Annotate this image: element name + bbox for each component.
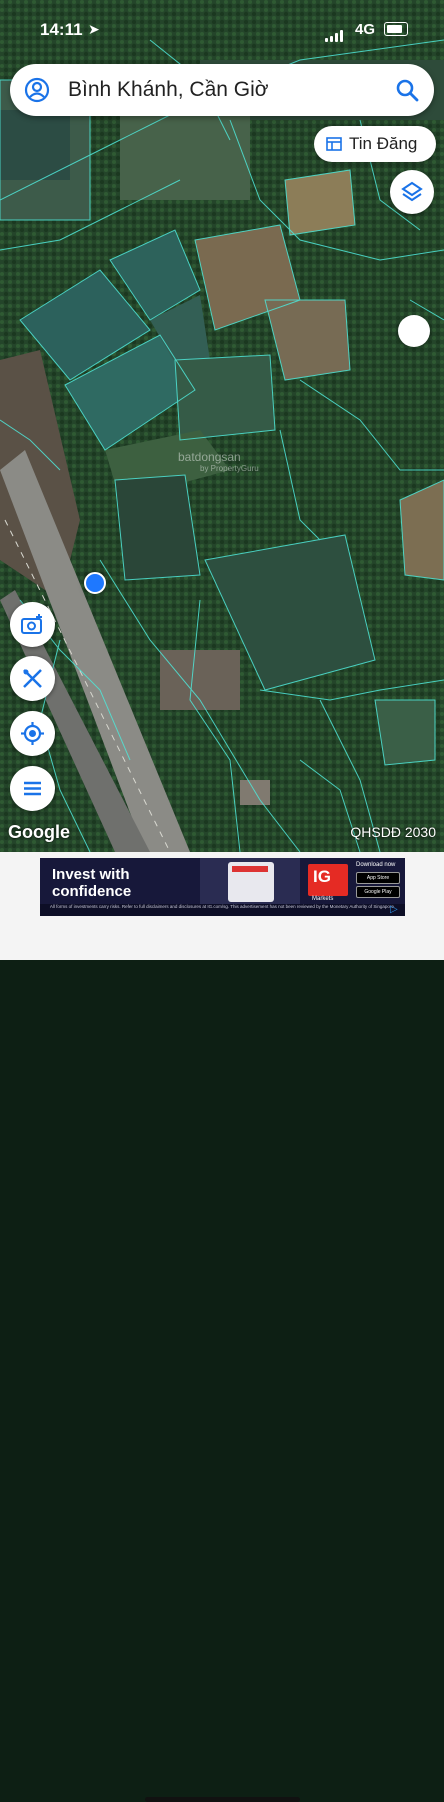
camera-add-icon: [21, 614, 42, 634]
phone-mockup: [228, 862, 274, 902]
my-location-icon: [21, 722, 44, 745]
camera-add-button[interactable]: [10, 602, 55, 647]
adchoices-icon[interactable]: ▷: [390, 904, 400, 915]
search-bar[interactable]: Bình Khánh, Cần Giờ: [10, 64, 434, 116]
measure-tool-icon: [23, 669, 42, 688]
battery-icon: [384, 22, 408, 36]
listing-icon: [326, 137, 342, 151]
location-arrow-icon: ➤: [88, 21, 100, 37]
assistive-touch-button[interactable]: [398, 315, 430, 347]
cellular-signal-icon: [325, 24, 345, 42]
search-icon[interactable]: [394, 77, 420, 103]
map-watermark: batdongsan by PropertyGuru: [178, 450, 259, 473]
account-icon[interactable]: [24, 77, 50, 103]
layers-button[interactable]: [390, 170, 434, 214]
ad-headline: Invest with confidence: [52, 866, 132, 900]
google-logo: Google: [8, 822, 70, 842]
my-location-button[interactable]: [10, 711, 55, 756]
clock: 14:11: [40, 20, 83, 39]
tin-dang-button[interactable]: Tin Đăng: [314, 126, 436, 162]
status-bar: 14:11 ➤ 4G: [0, 0, 444, 58]
ig-sub: Markets: [312, 896, 334, 902]
network-type: 4G: [355, 21, 376, 38]
ig-logo: IG: [308, 864, 348, 896]
tin-dang-label: Tin Đăng: [349, 134, 418, 153]
current-location-marker: [84, 572, 106, 594]
menu-icon: [24, 781, 41, 796]
ad-banner[interactable]: Invest with confidence IG Markets Downlo…: [40, 858, 405, 916]
google-play-badge[interactable]: Google Play: [356, 886, 400, 898]
overlay-layer-label: QHSDĐ 2030: [350, 824, 436, 840]
ad-area: Invest with confidence IG Markets Downlo…: [0, 852, 444, 1802]
home-indicator: [145, 1797, 300, 1802]
ad-disclaimer: All forms of investments carry risks. Re…: [40, 904, 405, 916]
search-query[interactable]: Bình Khánh, Cần Giờ: [68, 78, 269, 102]
download-label: Download now: [356, 862, 396, 868]
menu-button[interactable]: [10, 766, 55, 811]
layers-icon: [401, 181, 423, 202]
measure-tool-button[interactable]: [10, 656, 55, 701]
app-store-badge[interactable]: App Store: [356, 872, 400, 884]
